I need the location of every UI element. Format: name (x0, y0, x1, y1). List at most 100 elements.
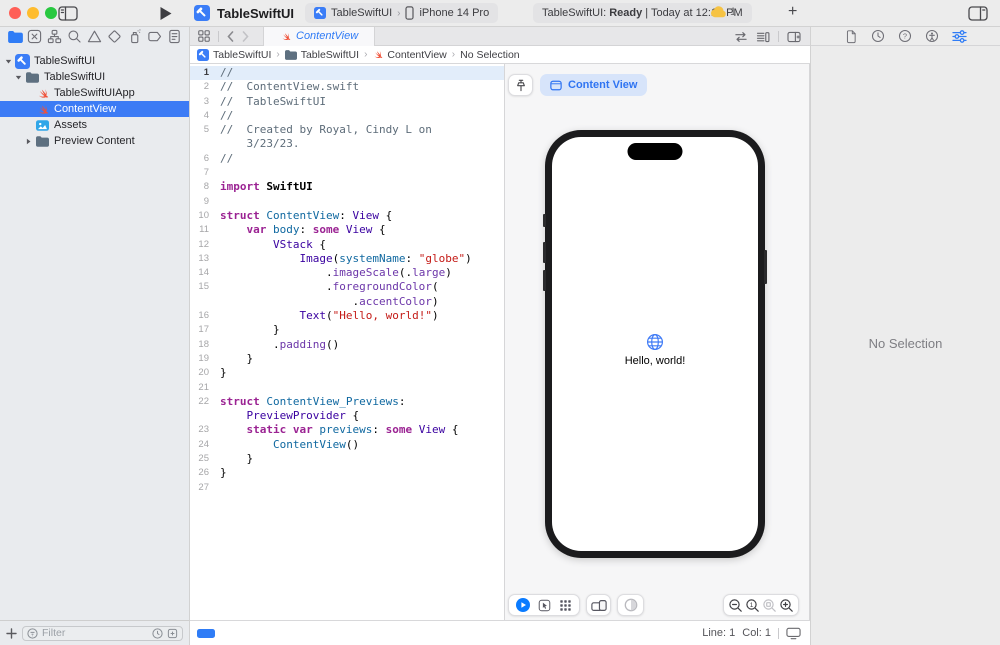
nav-item-contentview[interactable]: ContentView (0, 101, 189, 117)
add-editor-icon[interactable] (787, 31, 801, 43)
filter-input[interactable]: Filter (22, 626, 183, 641)
nav-item-tableswiftui[interactable]: TableSwiftUI (0, 69, 189, 85)
navigator-tab-breakpoints-icon[interactable] (146, 29, 162, 45)
breadcrumb-no-selection[interactable]: No Selection (460, 49, 520, 61)
variants-button[interactable] (559, 599, 572, 612)
code-line-9[interactable]: 9 (190, 195, 504, 209)
nav-item-preview-content[interactable]: Preview Content (0, 133, 189, 149)
left-sidebar-toggle-icon[interactable] (58, 6, 78, 21)
code-line-23[interactable]: 23 static var previews: some View { (190, 423, 504, 437)
navigator-tab-find-icon[interactable] (67, 29, 83, 45)
nav-item-tableswiftuiapp[interactable]: TableSwiftUIApp (0, 85, 189, 101)
code-line-3[interactable]: 3// TableSwiftUI (190, 95, 504, 109)
code-line-2[interactable]: 2// ContentView.swift (190, 80, 504, 94)
window-minimize-button[interactable] (27, 7, 39, 19)
minimap-icon[interactable] (756, 31, 770, 43)
jump-bar[interactable]: TableSwiftUI›TableSwiftUI›ContentView›No… (190, 46, 810, 64)
code-line-20[interactable]: 20} (190, 366, 504, 380)
code-line-17[interactable]: 17 } (190, 323, 504, 337)
color-scheme-button[interactable] (617, 594, 644, 616)
code-line-22[interactable]: 22struct ContentView_Previews: (190, 395, 504, 409)
display-icon[interactable] (786, 627, 801, 640)
code-line-5[interactable]: 5// Created by Royal, Cindy L on (190, 123, 504, 137)
file-inspector-icon[interactable] (845, 29, 858, 44)
code-area[interactable]: 1//2// ContentView.swift3// TableSwiftUI… (190, 64, 504, 495)
filter-icon (27, 628, 38, 639)
scheme-selector[interactable]: TableSwiftUI › iPhone 14 Pro (305, 3, 498, 23)
chevron-down-icon[interactable] (13, 73, 24, 82)
run-button[interactable] (160, 7, 172, 20)
zoom-out-button[interactable] (727, 595, 744, 615)
accessibility-inspector-icon[interactable] (925, 29, 939, 43)
window-close-button[interactable] (9, 7, 21, 19)
history-inspector-icon[interactable] (871, 29, 885, 43)
code-line-14[interactable]: 14 .imageScale(.large) (190, 266, 504, 280)
related-items-icon[interactable] (198, 30, 210, 42)
attributes-inspector-icon[interactable] (952, 30, 967, 43)
zoom-in-button[interactable] (778, 595, 795, 615)
code-line-15[interactable]: 15 .foregroundColor( (190, 280, 504, 294)
add-button[interactable]: + (788, 3, 797, 21)
code-line-4[interactable]: 4// (190, 109, 504, 123)
code-line-24[interactable]: 24 ContentView() (190, 438, 504, 452)
column-indicator[interactable]: Col: 1 (742, 627, 771, 639)
editor-tab-contentview[interactable]: ContentView (263, 27, 375, 46)
selectable-preview-button[interactable] (538, 599, 551, 612)
device-settings-button[interactable] (586, 594, 611, 616)
code-line-wrap[interactable]: .accentColor) (190, 295, 504, 309)
add-file-button[interactable] (6, 628, 17, 639)
right-sidebar-toggle-icon[interactable] (968, 6, 988, 21)
breadcrumb-tableswiftui[interactable]: TableSwiftUI (197, 49, 271, 61)
line-indicator[interactable]: Line: 1 (702, 627, 735, 639)
nav-item-assets[interactable]: Assets (0, 117, 189, 133)
code-line-wrap[interactable]: 3/23/23. (190, 137, 504, 151)
code-line-12[interactable]: 12 VStack { (190, 238, 504, 252)
chevron-right-icon[interactable] (23, 137, 34, 146)
code-review-icon[interactable] (734, 31, 748, 43)
pin-preview-button[interactable] (508, 74, 533, 96)
code-line-19[interactable]: 19 } (190, 352, 504, 366)
nav-item-tableswiftui[interactable]: TableSwiftUI (0, 53, 189, 69)
navigator-tab-project-icon[interactable] (7, 29, 23, 45)
code-line-8[interactable]: 8import SwiftUI (190, 180, 504, 194)
code-line-16[interactable]: 16 Text("Hello, world!") (190, 309, 504, 323)
navigate-forward-icon[interactable] (242, 31, 249, 42)
recent-files-icon[interactable] (152, 628, 163, 639)
code-line-1[interactable]: 1// (190, 66, 504, 80)
preview-name-pill[interactable]: Content View (540, 74, 647, 96)
window-zoom-button[interactable] (45, 7, 57, 19)
code-line-18[interactable]: 18 .padding() (190, 338, 504, 352)
quickhelp-inspector-icon[interactable]: ? (898, 29, 912, 43)
code-line-27[interactable]: 27 (190, 481, 504, 495)
code-line-13[interactable]: 13 Image(systemName: "globe") (190, 252, 504, 266)
chevron-down-icon[interactable] (3, 57, 14, 66)
source-control-status-icon[interactable] (167, 628, 178, 639)
warning-badge[interactable]: 1 (710, 6, 736, 18)
navigate-back-icon[interactable] (227, 31, 234, 42)
breadcrumb-contentview[interactable]: ContentView (372, 49, 446, 61)
phone-screen[interactable]: Hello, world! (552, 137, 758, 551)
navigator-tab-reports-icon[interactable] (166, 29, 182, 45)
navigator-tab-symbols-icon[interactable] (47, 29, 63, 45)
code-line-21[interactable]: 21 (190, 381, 504, 395)
code-line-26[interactable]: 26} (190, 466, 504, 480)
live-preview-button[interactable] (516, 598, 530, 612)
navigator-tab-source-control-icon[interactable] (27, 29, 43, 45)
code-line-6[interactable]: 6// (190, 152, 504, 166)
navigator-tab-issues-icon[interactable] (87, 29, 103, 45)
code-line-11[interactable]: 11 var body: some View { (190, 223, 504, 237)
code-line-7[interactable]: 7 (190, 166, 504, 180)
assets-icon (34, 119, 51, 132)
code-line-25[interactable]: 25 } (190, 452, 504, 466)
navigator-tab-debug-icon[interactable] (126, 29, 142, 45)
project-icon (197, 49, 209, 61)
line-number: 16 (190, 309, 220, 323)
source-editor[interactable]: 1//2// ContentView.swift3// TableSwiftUI… (190, 64, 505, 620)
zoom-actual-size-button[interactable]: 1 (744, 595, 761, 615)
breadcrumb-tableswiftui[interactable]: TableSwiftUI (285, 49, 359, 61)
preview-device-frame[interactable]: Hello, world! (545, 130, 765, 558)
code-line-wrap[interactable]: PreviewProvider { (190, 409, 504, 423)
code-line-10[interactable]: 10struct ContentView: View { (190, 209, 504, 223)
navigator-tab-tests-icon[interactable] (106, 29, 122, 45)
svg-text:1: 1 (750, 602, 754, 609)
